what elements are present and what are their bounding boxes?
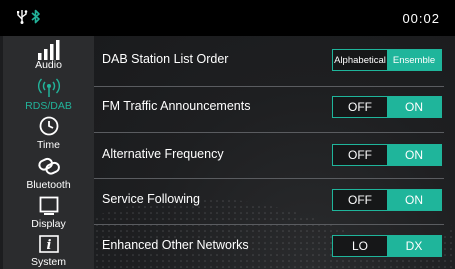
option-on[interactable]: ON [387, 145, 441, 165]
sidebar-item-bluetooth[interactable]: Bluetooth [3, 154, 94, 197]
settings-panel: DAB Station List Order Alphabetical Ense… [94, 36, 455, 269]
sidebar-item-rds-dab[interactable]: RDS/DAB [3, 76, 94, 119]
eon-toggle[interactable]: LO DX [332, 235, 442, 257]
dab-order-toggle[interactable]: Alphabetical Ensemble [332, 49, 442, 71]
settings-sidebar: Audio RDS/DAB Time Bluetooth Display i S… [3, 36, 94, 269]
setting-label: FM Traffic Announcements [102, 99, 251, 113]
sidebar-item-label: RDS/DAB [25, 100, 72, 112]
setting-row-eon: Enhanced Other Networks LO DX [94, 223, 455, 269]
info-icon: i [39, 235, 59, 258]
sidebar-item-system[interactable]: i System [3, 233, 94, 269]
bluetooth-link-icon [37, 156, 61, 181]
alt-frequency-toggle[interactable]: OFF ON [332, 144, 442, 166]
status-bar: 00:02 [0, 0, 455, 36]
sidebar-item-label: Display [31, 218, 66, 230]
svg-text:i: i [47, 238, 52, 253]
option-off[interactable]: OFF [333, 145, 387, 165]
option-on[interactable]: ON [387, 97, 441, 117]
sidebar-item-label: Audio [35, 59, 62, 71]
setting-row-alt-frequency: Alternative Frequency OFF ON [94, 132, 455, 178]
option-on[interactable]: ON [387, 190, 441, 210]
sidebar-item-label: System [30, 256, 66, 268]
sidebar-item-audio[interactable]: Audio [3, 36, 94, 79]
setting-row-service-following: Service Following OFF ON [94, 177, 455, 223]
fm-traffic-toggle[interactable]: OFF ON [332, 96, 442, 118]
option-lo[interactable]: LO [333, 236, 387, 256]
setting-label: Alternative Frequency [102, 147, 224, 161]
setting-label: Enhanced Other Networks [102, 238, 249, 252]
setting-label: Service Following [102, 192, 200, 206]
service-following-toggle[interactable]: OFF ON [332, 189, 442, 211]
clock-readout: 00:02 [402, 11, 440, 26]
option-off[interactable]: OFF [333, 97, 387, 117]
setting-row-fm-traffic: FM Traffic Announcements OFF ON [94, 84, 455, 130]
settings-screen: 00:02 Audio RDS/DAB Time Bluetooth Displ… [0, 0, 455, 269]
option-ensemble[interactable]: Ensemble [387, 50, 441, 70]
setting-row-dab-order: DAB Station List Order Alphabetical Ense… [94, 37, 455, 83]
sidebar-item-label: Bluetooth [26, 179, 71, 191]
option-dx[interactable]: DX [387, 236, 441, 256]
usb-icon [16, 10, 28, 29]
setting-label: DAB Station List Order [102, 52, 229, 66]
sidebar-item-time[interactable]: Time [3, 114, 94, 157]
option-alphabetical[interactable]: Alphabetical [333, 50, 387, 70]
sidebar-item-display[interactable]: Display [3, 194, 94, 237]
clock-icon [39, 116, 59, 141]
sidebar-item-label: Time [37, 139, 60, 151]
option-off[interactable]: OFF [333, 190, 387, 210]
bluetooth-status-icon [31, 9, 41, 29]
